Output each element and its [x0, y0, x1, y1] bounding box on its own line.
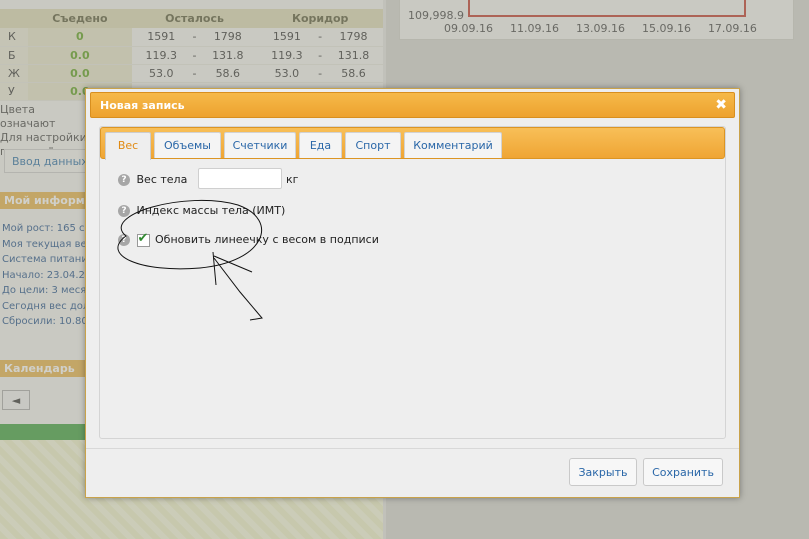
- weight-row: ? Вес тела кг: [118, 168, 298, 189]
- tab-sport[interactable]: Спорт: [345, 132, 401, 158]
- tab-food[interactable]: Еда: [299, 132, 342, 158]
- weight-input[interactable]: [198, 168, 282, 189]
- tab-weight[interactable]: Вес: [105, 132, 151, 160]
- help-icon[interactable]: ?: [118, 205, 130, 217]
- bmi-row: ? Индекс массы тела (ИМТ): [118, 204, 285, 217]
- close-button[interactable]: Закрыть: [569, 458, 637, 486]
- weight-unit: кг: [286, 173, 299, 186]
- dialog-title: Новая запись: [100, 99, 185, 112]
- update-checkbox-label[interactable]: Обновить линеечку с весом в подписи: [155, 233, 379, 246]
- bmi-label: Индекс массы тела (ИМТ): [136, 204, 286, 217]
- update-checkbox[interactable]: [136, 231, 150, 247]
- dialog-separator: [86, 448, 739, 449]
- update-row: ? Обновить линеечку с весом в подписи: [118, 231, 379, 247]
- tab-volumes[interactable]: Объемы: [154, 132, 221, 158]
- tab-bar: Вес Объемы Счетчики Еда Спорт Комментари…: [100, 127, 725, 160]
- tab-comment[interactable]: Комментарий: [404, 132, 502, 158]
- tab-counters[interactable]: Счетчики: [224, 132, 296, 158]
- dialog-titlebar[interactable]: Новая запись ✖: [90, 92, 735, 118]
- save-button[interactable]: Сохранить: [643, 458, 723, 486]
- help-icon[interactable]: ?: [118, 234, 130, 246]
- help-icon[interactable]: ?: [118, 174, 130, 186]
- close-icon[interactable]: ✖: [715, 97, 727, 113]
- new-entry-dialog: Новая запись ✖ Вес Объемы Счетчики Еда С…: [85, 88, 740, 498]
- tabs-panel: Вес Объемы Счетчики Еда Спорт Комментари…: [99, 126, 726, 439]
- weight-label: Вес тела: [136, 173, 188, 186]
